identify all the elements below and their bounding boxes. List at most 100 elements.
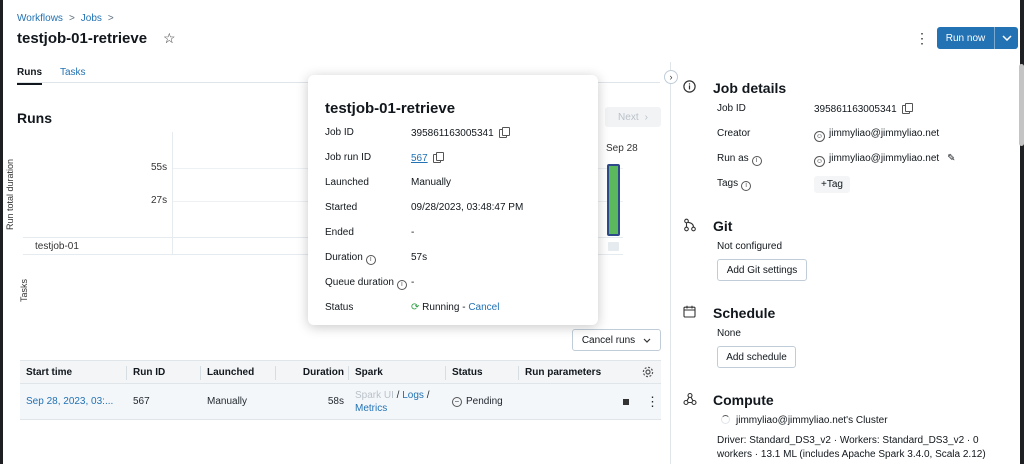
detail-value: 567 <box>411 152 444 164</box>
cluster-row: jimmyliao@jimmyliao.net's Cluster <box>721 415 888 426</box>
chevron-down-icon <box>643 338 651 343</box>
start-time-link[interactable]: Sep 28, 2023, 03:... <box>26 384 113 419</box>
metrics-link[interactable]: Metrics <box>355 403 387 414</box>
cluster-name[interactable]: jimmyliao@jimmyliao.net's Cluster <box>736 415 888 426</box>
y-tick-label: 27s <box>151 195 168 206</box>
table-row[interactable]: Sep 28, 2023, 03:... 567 Manually 58s Sp… <box>20 384 661 420</box>
run-as-label: Run as <box>717 153 749 164</box>
column-header[interactable]: Run parameters <box>525 361 601 383</box>
cancel-run-link[interactable]: Cancel <box>468 302 499 313</box>
run-as-label-row: Run as i <box>717 153 762 166</box>
next-button[interactable]: Next › <box>605 107 661 127</box>
run-details-popover: testjob-01-retrieve Job ID 3958611630053… <box>308 75 598 325</box>
tasks-axis-label: Tasks <box>19 278 29 302</box>
x-tick-label: Sep 28 <box>606 143 638 154</box>
collapse-panel-icon[interactable]: › <box>664 70 678 84</box>
tags-label: Tags <box>717 178 739 189</box>
loading-spinner-icon <box>721 415 730 424</box>
chart-axis-line <box>172 132 173 254</box>
column-header[interactable]: Run ID <box>133 361 165 383</box>
calendar-icon <box>683 305 696 321</box>
copy-icon[interactable] <box>432 152 444 163</box>
breadcrumb-workflows[interactable]: Workflows <box>17 13 63 24</box>
stop-icon[interactable] <box>623 384 629 419</box>
duration-bar[interactable] <box>607 164 620 236</box>
scrollbar[interactable] <box>1019 64 1024 146</box>
detail-value: - <box>411 277 415 288</box>
detail-value: 57s <box>411 252 428 263</box>
info-icon[interactable]: i <box>741 180 752 191</box>
compute-heading: Compute <box>713 392 774 408</box>
add-schedule-button[interactable]: Add schedule <box>717 346 796 368</box>
breadcrumb-jobs[interactable]: Jobs <box>81 13 102 24</box>
column-header[interactable]: Status <box>452 361 483 383</box>
launched-cell: Manually <box>207 396 248 407</box>
compute-cluster-icon <box>683 392 697 409</box>
schedule-heading: Schedule <box>713 305 776 321</box>
info-icon[interactable]: i <box>751 155 762 166</box>
column-header[interactable]: Start time <box>26 361 72 383</box>
task-status-cell[interactable] <box>608 242 619 251</box>
breadcrumb: Workflows > Jobs > <box>17 13 114 24</box>
logs-link[interactable]: Logs <box>402 390 424 401</box>
page-title: testjob-01-retrieve <box>17 30 148 47</box>
separator: - <box>459 302 469 313</box>
settings-icon[interactable] <box>642 361 654 383</box>
cancel-runs-button[interactable]: Cancel runs <box>572 329 661 351</box>
column-header[interactable]: Launched <box>207 361 254 383</box>
chevron-right-icon: › <box>644 111 648 123</box>
breadcrumb-separator: > <box>68 13 75 24</box>
table-header: Start time Run ID Launched Duration Spar… <box>20 360 661 384</box>
copy-icon[interactable] <box>498 127 510 138</box>
app-window: Workflows > Jobs > testjob-01-retrieve ☆… <box>0 0 1024 464</box>
y-tick-label: 55s <box>151 162 168 173</box>
status-text: Running <box>422 302 460 313</box>
user-icon: ☺ <box>814 156 825 167</box>
add-tag-button[interactable]: +Tag <box>814 176 850 193</box>
run-now-label[interactable]: Run now <box>937 33 994 44</box>
info-icon <box>683 80 696 96</box>
job-run-id-link[interactable]: 567 <box>411 153 428 164</box>
popover-title: testjob-01-retrieve <box>325 100 456 117</box>
detail-label: Duration <box>325 252 363 263</box>
status-value: ⟳ Running - Cancel <box>411 302 499 313</box>
more-options-icon[interactable]: ⋮ <box>915 30 929 47</box>
job-id-value: 395861163005341 <box>814 104 897 115</box>
cancel-runs-label: Cancel runs <box>581 334 636 346</box>
creator-value: jimmyliao@jimmyliao.net <box>829 128 940 139</box>
next-label: Next <box>618 111 639 123</box>
add-git-settings-button[interactable]: Add Git settings <box>717 259 807 281</box>
star-icon[interactable]: ☆ <box>163 30 176 47</box>
git-status: Not configured <box>717 241 783 252</box>
edit-pencil-icon[interactable]: ✎ <box>947 153 955 164</box>
info-icon[interactable]: i <box>365 254 376 265</box>
run-id-cell: 567 <box>133 396 150 407</box>
detail-label: Job ID <box>325 127 354 138</box>
separator: / <box>393 390 403 401</box>
y-axis-label: Run total duration <box>5 158 15 230</box>
chevron-down-icon[interactable] <box>994 27 1018 49</box>
running-icon: ⟳ <box>411 302 420 313</box>
detail-value: 09/28/2023, 03:48:47 PM <box>411 202 524 213</box>
separator: / <box>423 390 430 401</box>
breadcrumb-separator: > <box>107 13 114 24</box>
copy-icon[interactable] <box>901 103 913 114</box>
detail-value: - <box>411 227 415 238</box>
info-icon[interactable]: i <box>396 279 407 290</box>
run-as-value-row: ☺ jimmyliao@jimmyliao.net ✎ <box>814 153 956 167</box>
run-as-value: jimmyliao@jimmyliao.net <box>829 153 940 164</box>
tags-label-row: Tags i <box>717 178 752 191</box>
duration-cell: 58s <box>327 396 344 407</box>
cluster-details: workers · 13.1 ML (includes Apache Spark… <box>717 449 986 460</box>
git-branch-icon <box>683 218 697 235</box>
column-header[interactable]: Spark <box>355 361 383 383</box>
detail-label: Status <box>325 302 354 313</box>
creator-label: Creator <box>717 128 751 139</box>
run-now-button[interactable]: Run now <box>937 27 1018 49</box>
row-more-icon[interactable]: ⋮ <box>646 384 659 419</box>
detail-label-row: Queue duration i <box>325 277 407 290</box>
user-icon: ☺ <box>814 131 825 142</box>
column-header[interactable]: Duration <box>282 361 344 383</box>
detail-label: Started <box>325 202 358 213</box>
panel-divider <box>670 62 671 464</box>
